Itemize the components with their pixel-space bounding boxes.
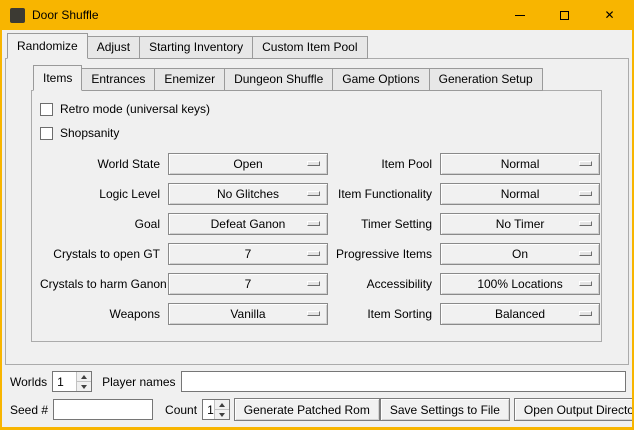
tab-entrances[interactable]: Entrances	[81, 68, 155, 91]
worlds-spinner-buttons	[76, 372, 91, 391]
tab-randomize[interactable]: Randomize	[7, 33, 88, 59]
count-value[interactable]: 1	[203, 400, 214, 419]
maximize-icon	[560, 11, 569, 20]
optionmenu-indicator-icon	[307, 161, 320, 166]
item-pool-label: Item Pool	[336, 157, 432, 171]
retro-mode-checkbox[interactable]	[40, 103, 53, 116]
item-sorting-dropdown[interactable]: Balanced	[440, 303, 600, 325]
sub-tabbar: Items Entrances Enemizer Dungeon Shuffle…	[31, 65, 602, 90]
optionmenu-indicator-icon	[579, 221, 592, 226]
timer-setting-label: Timer Setting	[336, 217, 432, 231]
tab-generation-setup[interactable]: Generation Setup	[429, 68, 543, 91]
tab-starting-inventory[interactable]: Starting Inventory	[139, 36, 253, 59]
progressive-items-label: Progressive Items	[336, 247, 432, 261]
tab-game-options[interactable]: Game Options	[332, 68, 429, 91]
randomize-sub-notebook: Items Entrances Enemizer Dungeon Shuffle…	[31, 65, 602, 342]
timer-setting-dropdown[interactable]: No Timer	[440, 213, 600, 235]
logic-level-label: Logic Level	[40, 187, 160, 201]
close-button[interactable]: ✕	[587, 0, 632, 30]
optionmenu-indicator-icon	[579, 281, 592, 286]
maximize-button[interactable]	[542, 0, 587, 30]
bottom-controls: Worlds 1 Player names Seed # Count 1	[2, 365, 632, 427]
seed-row: Seed # Count 1 Generate Patched Rom Save…	[10, 398, 626, 421]
weapons-label: Weapons	[40, 307, 160, 321]
player-names-label: Player names	[102, 375, 175, 389]
randomize-pane: Items Entrances Enemizer Dungeon Shuffle…	[5, 58, 629, 365]
generate-patched-rom-button[interactable]: Generate Patched Rom	[234, 398, 380, 421]
worlds-spinner[interactable]: 1	[52, 371, 92, 392]
tab-custom-item-pool[interactable]: Custom Item Pool	[252, 36, 367, 59]
count-spin-down-button[interactable]	[215, 409, 229, 419]
progressive-items-dropdown[interactable]: On	[440, 243, 600, 265]
count-label: Count	[165, 403, 197, 417]
tab-enemizer[interactable]: Enemizer	[154, 68, 225, 91]
options-grid: World State Open Item Pool Normal Logic …	[32, 145, 601, 325]
minimize-button[interactable]	[497, 0, 542, 30]
count-spinner[interactable]: 1	[202, 399, 230, 420]
optionmenu-indicator-icon	[307, 251, 320, 256]
close-icon: ✕	[604, 9, 614, 21]
app-icon	[10, 8, 25, 23]
crystals-open-gt-label: Crystals to open GT	[40, 247, 160, 261]
retro-mode-label: Retro mode (universal keys)	[60, 102, 210, 116]
seed-label: Seed #	[10, 403, 48, 417]
item-pool-dropdown[interactable]: Normal	[440, 153, 600, 175]
title-bar: Door Shuffle ✕	[2, 0, 632, 30]
seed-input[interactable]	[53, 399, 153, 420]
crystals-harm-ganon-label: Crystals to harm Ganon	[40, 277, 160, 291]
worlds-spin-down-button[interactable]	[77, 381, 91, 391]
accessibility-label: Accessibility	[336, 277, 432, 291]
item-functionality-label: Item Functionality	[336, 187, 432, 201]
tab-items[interactable]: Items	[33, 65, 82, 91]
goal-dropdown[interactable]: Defeat Ganon	[168, 213, 328, 235]
item-sorting-label: Item Sorting	[336, 307, 432, 321]
count-spin-up-button[interactable]	[215, 400, 229, 409]
main-notebook: Randomize Adjust Starting Inventory Cust…	[5, 33, 629, 365]
goal-label: Goal	[40, 217, 160, 231]
optionmenu-indicator-icon	[579, 311, 592, 316]
shopsanity-checkbox[interactable]	[40, 127, 53, 140]
optionmenu-indicator-icon	[307, 281, 320, 286]
optionmenu-indicator-icon	[579, 161, 592, 166]
worlds-row: Worlds 1 Player names	[10, 370, 626, 393]
count-spinner-buttons	[214, 400, 229, 419]
world-state-label: World State	[40, 157, 160, 171]
optionmenu-indicator-icon	[307, 311, 320, 316]
retro-mode-row: Retro mode (universal keys)	[40, 97, 601, 121]
spin-up-icon	[219, 403, 225, 407]
spin-down-icon	[81, 385, 87, 389]
main-tabbar: Randomize Adjust Starting Inventory Cust…	[5, 33, 629, 58]
optionmenu-indicator-icon	[579, 251, 592, 256]
crystals-harm-ganon-dropdown[interactable]: 7	[168, 273, 328, 295]
weapons-dropdown[interactable]: Vanilla	[168, 303, 328, 325]
shopsanity-row: Shopsanity	[40, 121, 601, 145]
tab-dungeon-shuffle[interactable]: Dungeon Shuffle	[224, 68, 333, 91]
minimize-icon	[515, 15, 525, 16]
optionmenu-indicator-icon	[307, 191, 320, 196]
crystals-open-gt-dropdown[interactable]: 7	[168, 243, 328, 265]
spin-down-icon	[219, 413, 225, 417]
items-pane: Retro mode (universal keys) Shopsanity W…	[31, 90, 602, 342]
save-settings-button[interactable]: Save Settings to File	[380, 398, 510, 421]
optionmenu-indicator-icon	[307, 221, 320, 226]
open-output-directory-button[interactable]: Open Output Directory	[514, 398, 634, 421]
shopsanity-label: Shopsanity	[60, 126, 119, 140]
door-shuffle-window: Door Shuffle ✕ Randomize Adjust Starting…	[0, 0, 634, 430]
optionmenu-indicator-icon	[579, 191, 592, 196]
worlds-label: Worlds	[10, 375, 47, 389]
window-title: Door Shuffle	[32, 8, 99, 22]
spin-up-icon	[81, 375, 87, 379]
tab-adjust[interactable]: Adjust	[87, 36, 140, 59]
logic-level-dropdown[interactable]: No Glitches	[168, 183, 328, 205]
player-names-input[interactable]	[181, 371, 627, 392]
worlds-spin-up-button[interactable]	[77, 372, 91, 381]
accessibility-dropdown[interactable]: 100% Locations	[440, 273, 600, 295]
world-state-dropdown[interactable]: Open	[168, 153, 328, 175]
worlds-value[interactable]: 1	[53, 372, 76, 391]
item-functionality-dropdown[interactable]: Normal	[440, 183, 600, 205]
